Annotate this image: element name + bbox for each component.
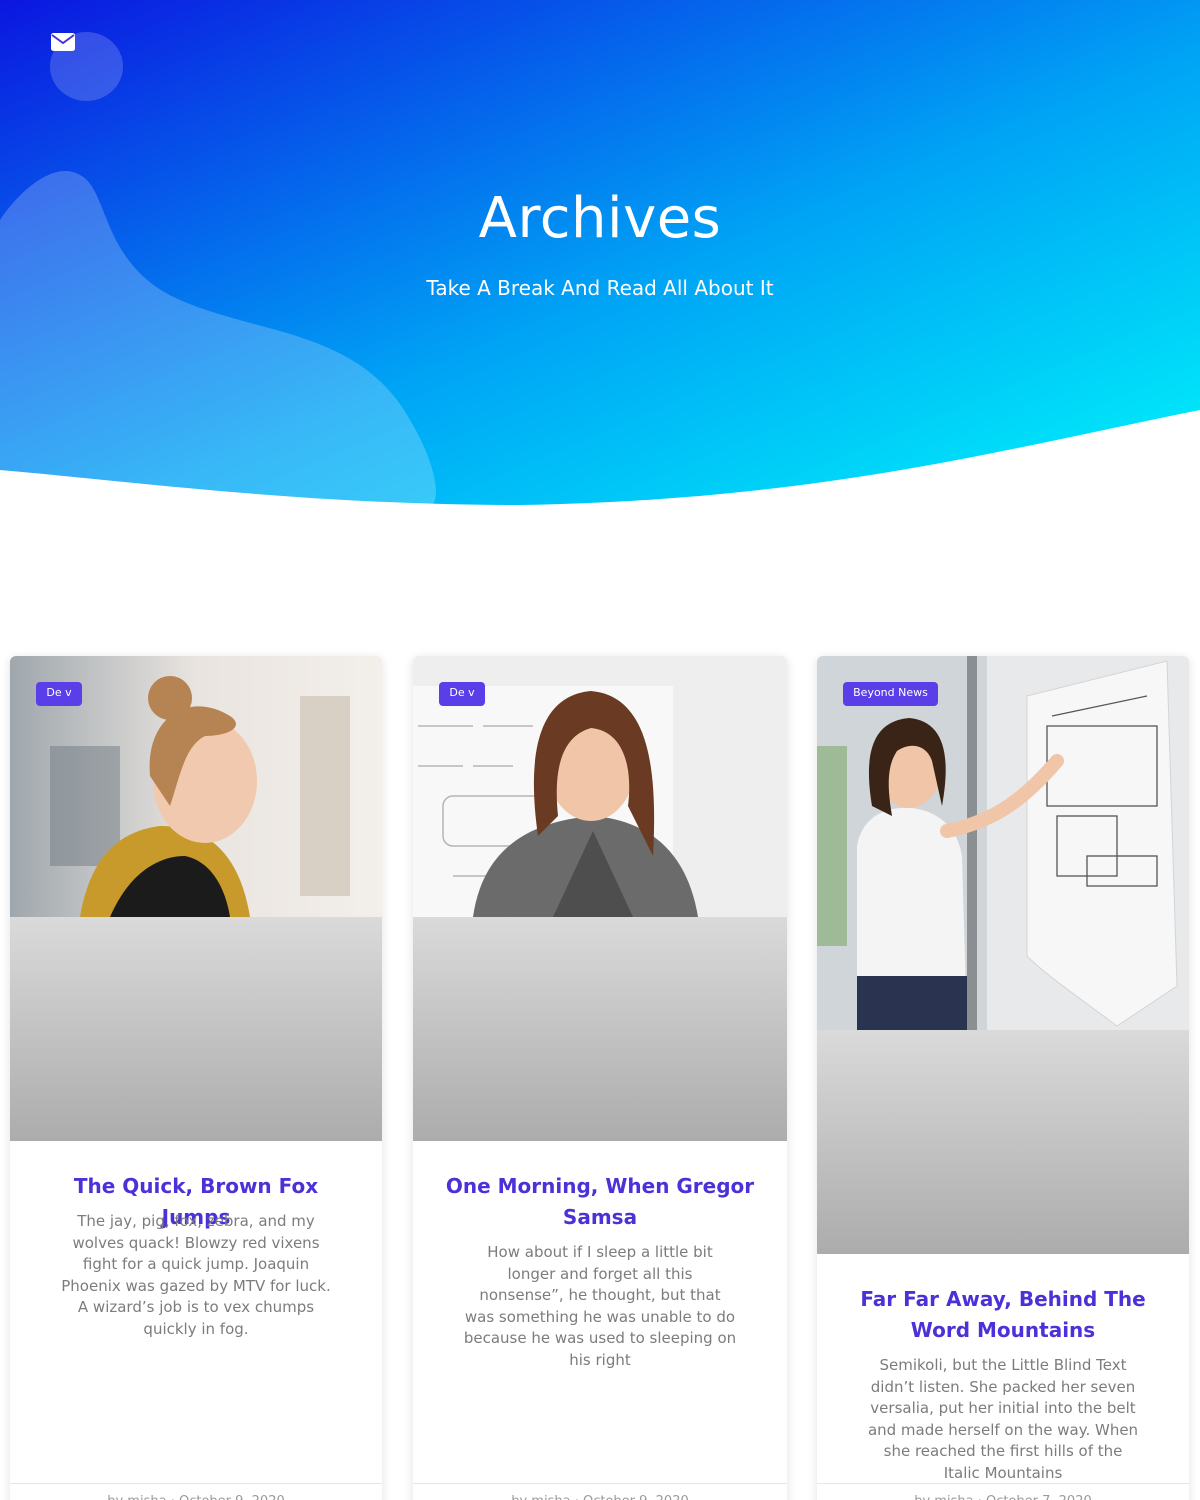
post-title[interactable]: Far Far Away, Behind The Word Mountains [847,1284,1159,1346]
category-badge[interactable]: De v [36,682,82,706]
post-meta: by misha · October 7, 2020 [817,1483,1189,1500]
post-meta: by misha · October 9, 2020 [10,1483,382,1500]
post-card[interactable]: De v The Quick, Brown Fox Jumps The jay,… [10,656,382,1500]
contact-button[interactable] [50,32,123,101]
post-card[interactable]: De v One Morning, When Gregor Samsa How … [413,656,787,1500]
post-meta: by misha · October 9, 2020 [413,1483,787,1500]
category-badge[interactable]: Beyond News [843,682,938,706]
post-image[interactable]: De v [10,656,382,1141]
post-excerpt: How about if I sleep a little bit longer… [463,1243,737,1369]
post-title[interactable]: One Morning, When Gregor Samsa [443,1171,757,1233]
envelope-icon [51,33,75,51]
post-image[interactable]: Beyond News [817,656,1189,1254]
post-card[interactable]: Beyond News Far Far Away, Behind The Wor… [817,656,1189,1500]
hero-banner: Archives Take A Break And Read All About… [0,0,1200,520]
post-photo [817,656,1189,1030]
post-image[interactable]: De v [413,656,787,1141]
category-badge[interactable]: De v [439,682,485,706]
post-excerpt: The jay, pig, fox, zebra, and my wolves … [61,1212,331,1338]
hero-background [0,0,1200,506]
page-title: Archives [478,186,722,251]
post-excerpt: Semikoli, but the Little Blind Text didn… [867,1356,1139,1482]
page-subtitle: Take A Break And Read All About It [426,276,774,300]
